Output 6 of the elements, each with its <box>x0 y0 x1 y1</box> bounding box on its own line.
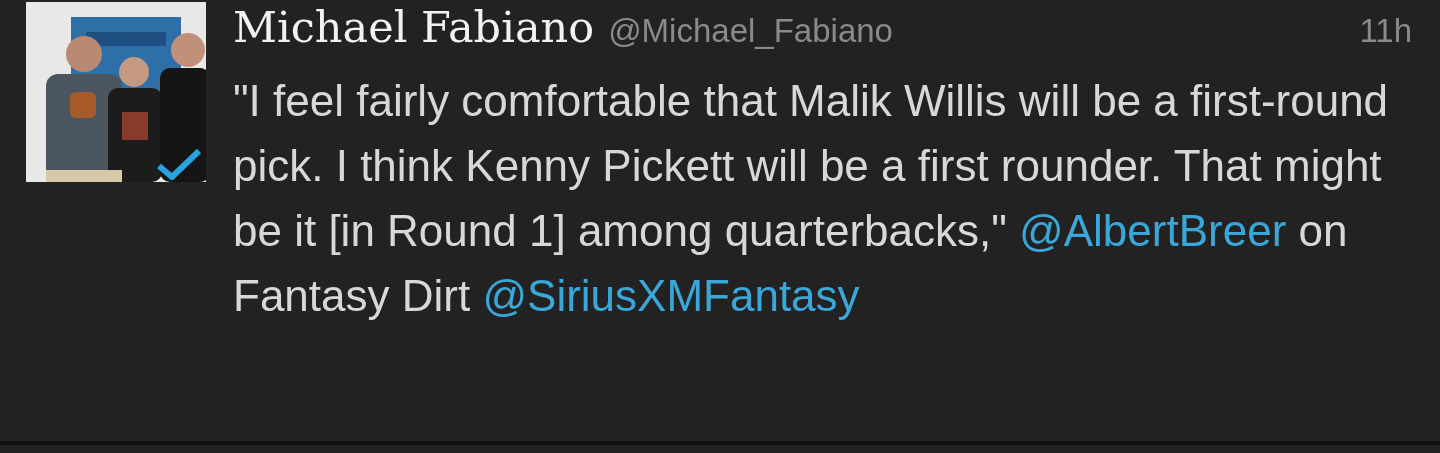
tweet-text: "I feel fairly comfortable that Malik Willis will be a first-round pick. I think Kenny Pickett will be a first rounder. That might be it [in Round 1] among quarterbacks," @AlbertBreer on Fantasy Dirt @SiriusXMFantasy <box>233 75 1390 322</box>
author-name[interactable]: Michael Fabiano <box>233 2 595 52</box>
mention-link[interactable]: @SiriusXMFantasy <box>482 271 860 320</box>
timestamp: 11h <box>1359 12 1412 50</box>
author-handle: @Michael_Fabiano <box>608 12 893 50</box>
mention-link[interactable]: @AlbertBreer <box>1019 206 1287 255</box>
